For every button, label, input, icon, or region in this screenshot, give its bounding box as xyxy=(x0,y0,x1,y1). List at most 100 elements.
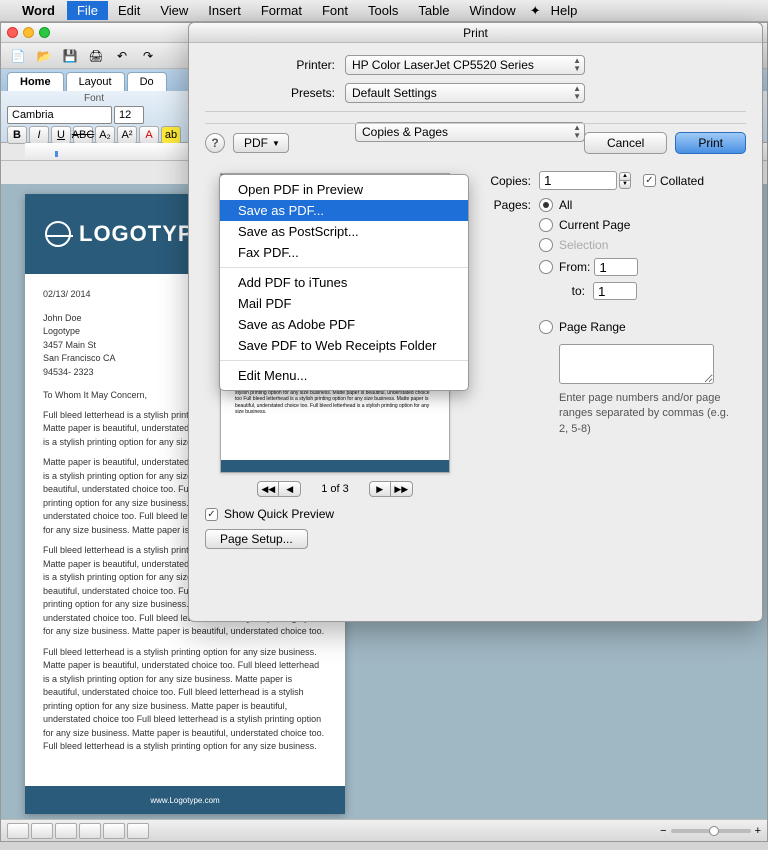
menu-font[interactable]: Font xyxy=(312,1,358,20)
menu-view[interactable]: View xyxy=(150,1,198,20)
new-doc-icon[interactable]: 📄 xyxy=(7,46,29,66)
menu-tools[interactable]: Tools xyxy=(358,1,408,20)
last-page-button[interactable]: ▶▶ xyxy=(391,481,413,497)
view-outline-icon[interactable] xyxy=(31,823,53,839)
superscript-button[interactable]: A² xyxy=(117,126,137,144)
view-print-layout-icon[interactable] xyxy=(79,823,101,839)
radio-page-range[interactable] xyxy=(539,320,553,334)
tab-document[interactable]: Do xyxy=(127,72,167,91)
menu-table[interactable]: Table xyxy=(408,1,459,20)
first-page-button[interactable]: ◀◀ xyxy=(257,481,279,497)
highlight-button[interactable]: ab xyxy=(161,126,181,144)
menu-insert[interactable]: Insert xyxy=(198,1,251,20)
tab-layout[interactable]: Layout xyxy=(66,72,125,91)
show-preview-label: Show Quick Preview xyxy=(224,507,334,521)
menu-file[interactable]: File xyxy=(67,1,108,20)
maximize-window-icon[interactable] xyxy=(39,27,50,38)
copies-stepper[interactable]: ▲▼ xyxy=(619,172,631,189)
font-size-combo[interactable] xyxy=(114,106,144,124)
save-icon[interactable]: 💾 xyxy=(59,46,81,66)
chevron-down-icon: ▼ xyxy=(272,139,280,148)
menu-edit-menu[interactable]: Edit Menu... xyxy=(220,365,468,386)
page-range-input[interactable] xyxy=(559,344,714,384)
next-page-button[interactable]: ▶ xyxy=(369,481,391,497)
menu-add-pdf-itunes[interactable]: Add PDF to iTunes xyxy=(220,272,468,293)
to-label: to: xyxy=(561,284,589,298)
zoom-out-icon[interactable]: − xyxy=(660,825,666,837)
preview-nav: ◀◀ ◀ 1 of 3 ▶ ▶▶ xyxy=(205,481,465,497)
dialog-footer: ? PDF ▼ Cancel Print xyxy=(205,132,746,154)
app-name[interactable]: Word xyxy=(14,1,63,20)
view-normal-icon[interactable] xyxy=(7,823,29,839)
strikethrough-button[interactable]: ABC xyxy=(73,126,93,144)
from-input[interactable] xyxy=(594,258,638,276)
page-setup-button[interactable]: Page Setup... xyxy=(205,529,308,549)
menu-save-as-pdf[interactable]: Save as PDF... xyxy=(220,200,468,221)
font-name-combo[interactable] xyxy=(7,106,112,124)
subscript-button[interactable]: A₂ xyxy=(95,126,115,144)
printer-label: Printer: xyxy=(205,58,345,72)
logo: LOGOTYPE xyxy=(45,221,209,247)
options-column: Copies: ▲▼ ✓ Collated Pages: All Current… xyxy=(489,171,746,445)
zoom-in-icon[interactable]: + xyxy=(755,825,761,837)
cancel-button[interactable]: Cancel xyxy=(584,132,667,154)
menu-save-adobe-pdf[interactable]: Save as Adobe PDF xyxy=(220,314,468,335)
radio-current-page[interactable] xyxy=(539,218,553,232)
radio-all[interactable] xyxy=(539,198,553,212)
show-preview-checkbox[interactable]: ✓ xyxy=(205,508,218,521)
print-dialog: Print Printer: HP Color LaserJet CP5520 … xyxy=(188,22,763,622)
logo-icon xyxy=(45,221,71,247)
help-button[interactable]: ? xyxy=(205,133,225,153)
preview-footer xyxy=(221,460,449,472)
presets-select[interactable]: Default Settings ▲▼ xyxy=(345,83,585,103)
close-window-icon[interactable] xyxy=(7,27,18,38)
menu-format[interactable]: Format xyxy=(251,1,312,20)
undo-icon[interactable]: ↶ xyxy=(111,46,133,66)
mac-menubar: Word File Edit View Insert Format Font T… xyxy=(0,0,768,22)
pages-label: Pages: xyxy=(489,198,539,212)
font-color-button[interactable]: A xyxy=(139,126,159,144)
redo-icon[interactable]: ↷ xyxy=(137,46,159,66)
doc-paragraph: Full bleed letterhead is a stylish print… xyxy=(43,646,327,754)
menu-help[interactable]: Help xyxy=(541,1,588,20)
script-icon[interactable]: ✦ xyxy=(530,3,541,19)
printer-select[interactable]: HP Color LaserJet CP5520 Series ▲▼ xyxy=(345,55,585,75)
radio-from[interactable] xyxy=(539,260,553,274)
page-indicator: 1 of 3 xyxy=(321,483,349,495)
traffic-lights xyxy=(7,27,50,38)
collated-checkbox[interactable]: ✓ xyxy=(643,174,656,187)
presets-label: Presets: xyxy=(205,86,345,100)
pdf-dropdown-button[interactable]: PDF ▼ xyxy=(233,133,289,153)
menu-open-pdf-preview[interactable]: Open PDF in Preview xyxy=(220,179,468,200)
copies-input[interactable] xyxy=(539,171,617,190)
font-group: Font B I U ABC A₂ A² A ab xyxy=(7,93,181,140)
bold-button[interactable]: B xyxy=(7,126,27,144)
menu-save-as-postscript[interactable]: Save as PostScript... xyxy=(220,221,468,242)
collated-label: Collated xyxy=(660,174,704,188)
chevron-updown-icon: ▲▼ xyxy=(573,57,581,73)
underline-button[interactable]: U xyxy=(51,126,71,144)
italic-button[interactable]: I xyxy=(29,126,49,144)
font-group-label: Font xyxy=(7,93,181,104)
view-notebook-icon[interactable] xyxy=(103,823,125,839)
print-icon[interactable]: 🖨 xyxy=(85,46,107,66)
menu-fax-pdf[interactable]: Fax PDF... xyxy=(220,242,468,263)
letterhead-footer: www.Logotype.com xyxy=(25,786,345,814)
menu-save-web-receipts[interactable]: Save PDF to Web Receipts Folder xyxy=(220,335,468,356)
dialog-title: Print xyxy=(189,23,762,43)
radio-selection[interactable] xyxy=(539,238,553,252)
open-icon[interactable]: 📂 xyxy=(33,46,55,66)
view-focus-icon[interactable] xyxy=(127,823,149,839)
zoom-slider[interactable]: − + xyxy=(660,825,761,837)
to-input[interactable] xyxy=(593,282,637,300)
menu-mail-pdf[interactable]: Mail PDF xyxy=(220,293,468,314)
menu-window[interactable]: Window xyxy=(459,1,525,20)
zoom-track[interactable] xyxy=(671,829,751,833)
view-publishing-icon[interactable] xyxy=(55,823,77,839)
minimize-window-icon[interactable] xyxy=(23,27,34,38)
prev-page-button[interactable]: ◀ xyxy=(279,481,301,497)
tab-home[interactable]: Home xyxy=(7,72,64,91)
print-button[interactable]: Print xyxy=(675,132,746,154)
chevron-updown-icon: ▲▼ xyxy=(573,85,581,101)
menu-edit[interactable]: Edit xyxy=(108,1,150,20)
